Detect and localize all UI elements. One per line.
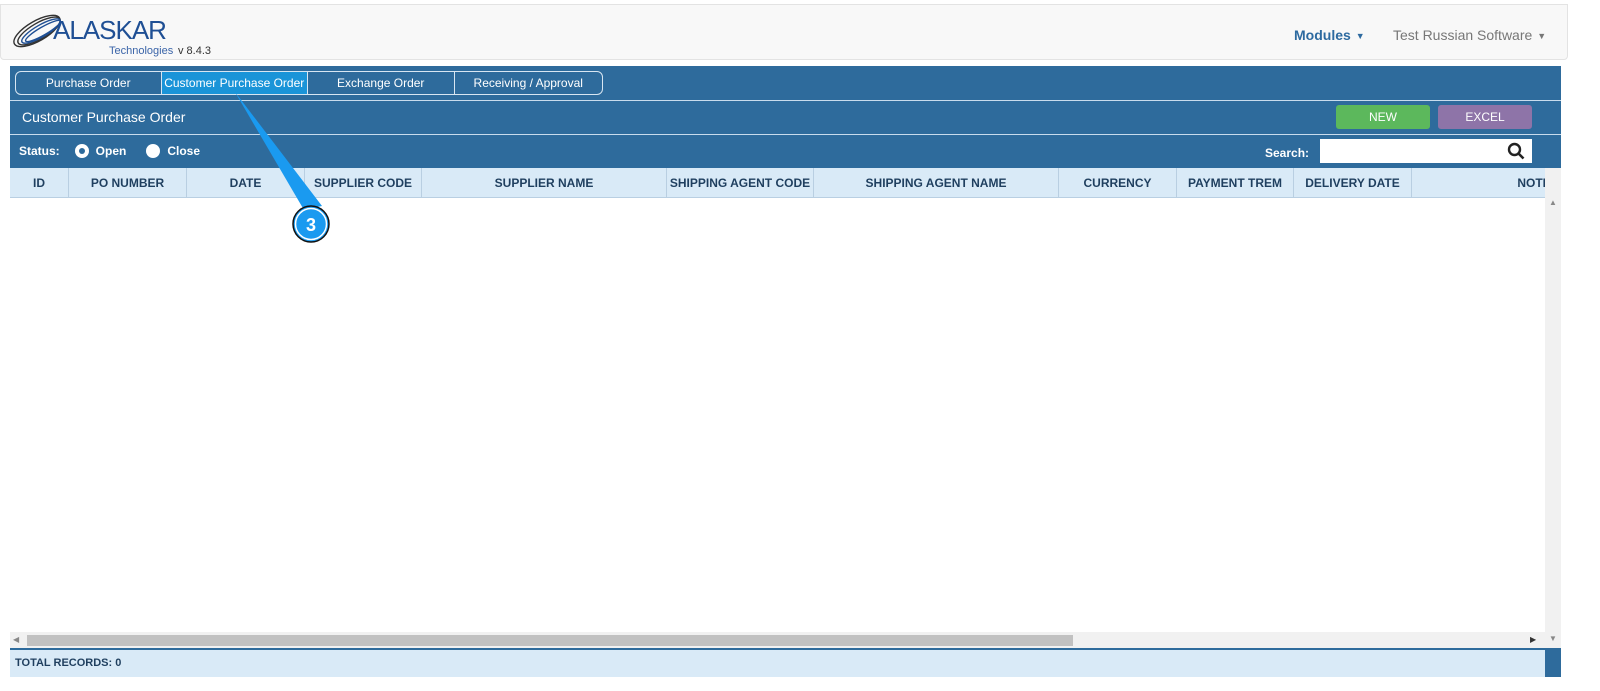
divider <box>10 134 1561 135</box>
new-button[interactable]: NEW <box>1336 105 1430 129</box>
page-title: Customer Purchase Order <box>22 109 186 125</box>
app-version: v 8.4.3 <box>178 45 212 57</box>
modules-dropdown[interactable]: Modules ▼ <box>1294 27 1365 43</box>
horizontal-scrollbar[interactable]: ◀ ▶ <box>10 632 1545 648</box>
column-header[interactable]: SUPPLIER NAME <box>422 168 667 197</box>
column-header[interactable]: SUPPLIER CODE <box>305 168 422 197</box>
main-panel: Purchase Order Customer Purchase Order E… <box>10 66 1561 677</box>
search-icon[interactable] <box>1507 142 1525 160</box>
tab-purchase-order[interactable]: Purchase Order <box>16 72 162 94</box>
tab-receiving-approval[interactable]: Receiving / Approval <box>455 72 603 94</box>
excel-button[interactable]: EXCEL <box>1438 105 1532 129</box>
search-input[interactable] <box>1320 139 1532 163</box>
column-header[interactable]: SHIPPING AGENT NAME <box>814 168 1059 197</box>
tab-exchange-order[interactable]: Exchange Order <box>308 72 455 94</box>
scroll-right-icon[interactable]: ▶ <box>1530 635 1536 644</box>
tab-bar: Purchase Order Customer Purchase Order E… <box>15 71 603 95</box>
column-header[interactable]: PO NUMBER <box>69 168 187 197</box>
brand-sub: Technologies <box>109 45 174 57</box>
vertical-scrollbar[interactable]: ▲ ▼ <box>1545 168 1561 648</box>
column-header[interactable]: ID <box>10 168 69 197</box>
modules-label: Modules <box>1294 27 1351 43</box>
column-header[interactable]: DELIVERY DATE <box>1294 168 1412 197</box>
divider <box>10 100 1561 101</box>
close-label[interactable]: Close <box>167 144 200 158</box>
open-label[interactable]: Open <box>96 144 127 158</box>
table-body <box>10 198 1545 632</box>
column-header[interactable]: PAYMENT TREM <box>1177 168 1294 197</box>
scroll-up-icon[interactable]: ▲ <box>1549 198 1557 207</box>
column-header[interactable]: SHIPPING AGENT CODE <box>667 168 814 197</box>
column-header[interactable]: CURRENCY <box>1059 168 1177 197</box>
column-header[interactable]: DATE <box>187 168 305 197</box>
column-header[interactable]: NOTE <box>1412 168 1545 197</box>
caret-down-icon: ▼ <box>1537 31 1547 42</box>
open-radio[interactable] <box>74 144 89 158</box>
brand-name: ALASKAR <box>53 15 167 45</box>
top-navbar: ALASKAR Technologies v 8.4.3 Modules ▼ Te… <box>0 4 1568 60</box>
caret-down-icon: ▼ <box>1355 31 1365 42</box>
table-header: ID PO NUMBER DATE SUPPLIER CODE SUPPLIER… <box>10 168 1545 198</box>
status-filter: Status: Open Close <box>19 144 200 158</box>
tab-customer-purchase-order[interactable]: Customer Purchase Order <box>161 72 308 94</box>
close-radio[interactable] <box>146 144 161 158</box>
total-records: TOTAL RECORDS: 0 <box>10 650 1545 677</box>
status-label: Status: <box>19 144 60 158</box>
scroll-left-icon[interactable]: ◀ <box>13 635 19 644</box>
user-label: Test Russian Software <box>1393 27 1533 43</box>
scrollbar-thumb[interactable] <box>27 635 1073 646</box>
user-dropdown[interactable]: Test Russian Software ▼ <box>1393 27 1546 43</box>
search-label: Search: <box>1265 146 1310 160</box>
scroll-down-icon[interactable]: ▼ <box>1549 634 1557 643</box>
